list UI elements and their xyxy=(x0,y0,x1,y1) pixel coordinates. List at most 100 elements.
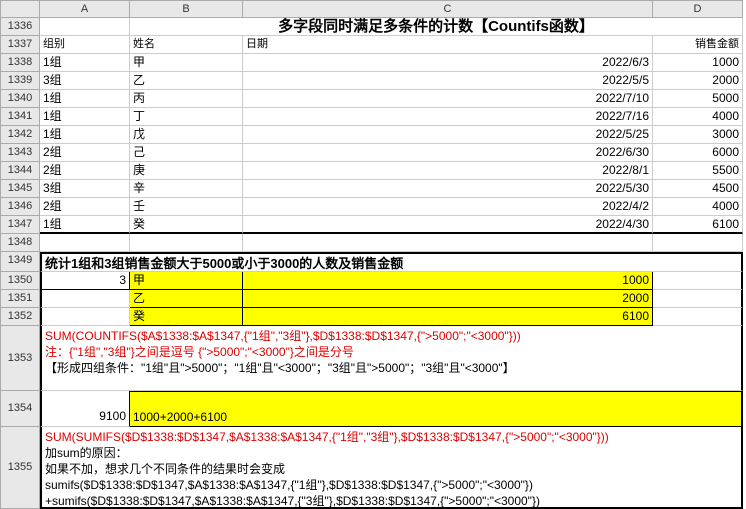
row-header[interactable]: 1354 xyxy=(0,391,40,427)
spreadsheet-grid[interactable]: A B C D 1336 多字段同时满足多条件的计数【Countifs函数】 1… xyxy=(0,0,746,509)
cell[interactable]: 6100 xyxy=(243,308,653,326)
row-header[interactable]: 1355 xyxy=(0,427,40,509)
cell[interactable]: 丁 xyxy=(130,108,243,126)
cell[interactable]: 2000 xyxy=(243,290,653,308)
col-header-B[interactable]: B xyxy=(130,0,243,18)
cell[interactable]: 2022/6/30 xyxy=(243,144,653,162)
formula-text: SUM(COUNTIFS($A$1338:$A$1347,{"1组","3组"}… xyxy=(45,329,521,343)
explain-text: 【形成四组条件："1组"且">5000"；"1组"且"<3000"；"3组"且"… xyxy=(45,361,515,375)
cell[interactable]: 丙 xyxy=(130,90,243,108)
row-header[interactable]: 1351 xyxy=(0,290,40,308)
col-header-C[interactable]: C xyxy=(243,0,653,18)
cell[interactable]: 癸 xyxy=(130,216,243,234)
row-header[interactable]: 1336 xyxy=(0,18,40,36)
cell[interactable] xyxy=(40,234,130,252)
result-count[interactable]: 3 xyxy=(40,272,130,290)
cell[interactable]: 1组 xyxy=(40,216,130,234)
cell[interactable] xyxy=(243,234,653,252)
subtitle-cell[interactable]: 统计1组和3组销售金额大于5000或小于3000的人数及销售金额 xyxy=(40,252,743,272)
header-name[interactable]: 姓名 xyxy=(130,36,243,54)
cell[interactable]: 3组 xyxy=(40,72,130,90)
sum-expression-cell[interactable]: 1000+2000+6100 xyxy=(130,391,743,427)
cell[interactable] xyxy=(653,308,743,326)
cell[interactable]: 2022/7/10 xyxy=(243,90,653,108)
cell[interactable]: 1000 xyxy=(243,272,653,290)
cell[interactable] xyxy=(130,234,243,252)
cell[interactable]: 4000 xyxy=(653,198,743,216)
formula-block-1[interactable]: SUM(COUNTIFS($A$1338:$A$1347,{"1组","3组"}… xyxy=(40,326,743,391)
row-header[interactable]: 1345 xyxy=(0,180,40,198)
note-text: 注：{"1组","3组"}之间是逗号 {">5000";"<3000"}之间是分… xyxy=(45,345,354,359)
note-text: 加sum的原因： xyxy=(45,446,128,460)
cell[interactable]: 壬 xyxy=(130,198,243,216)
cell[interactable]: 2组 xyxy=(40,162,130,180)
cell[interactable] xyxy=(40,18,130,36)
cell[interactable]: 己 xyxy=(130,144,243,162)
note-text: 如果不加，想求几个不同条件的结果时会变成 xyxy=(45,462,285,476)
cell[interactable]: 2022/5/25 xyxy=(243,126,653,144)
row-header[interactable]: 1342 xyxy=(0,126,40,144)
cell[interactable]: 辛 xyxy=(130,180,243,198)
col-header-A[interactable]: A xyxy=(40,0,130,18)
cell[interactable]: 1组 xyxy=(40,90,130,108)
row-header[interactable]: 1347 xyxy=(0,216,40,234)
cell[interactable]: 2022/7/16 xyxy=(243,108,653,126)
row-header[interactable]: 1349 xyxy=(0,252,40,272)
cell[interactable] xyxy=(40,308,130,326)
cell[interactable]: 乙 xyxy=(130,290,243,308)
row-header[interactable]: 1353 xyxy=(0,326,40,391)
formula-text: sumifs($D$1338:$D$1347,$A$1338:$A$1347,{… xyxy=(45,478,533,492)
cell[interactable]: 1组 xyxy=(40,54,130,72)
row-header[interactable]: 1350 xyxy=(0,272,40,290)
cell[interactable]: 2022/8/1 xyxy=(243,162,653,180)
cell[interactable]: 癸 xyxy=(130,308,243,326)
cell[interactable]: 庚 xyxy=(130,162,243,180)
cell[interactable]: 甲 xyxy=(130,54,243,72)
cell[interactable]: 4500 xyxy=(653,180,743,198)
cell[interactable]: 1组 xyxy=(40,108,130,126)
row-header[interactable]: 1344 xyxy=(0,162,40,180)
cell[interactable] xyxy=(653,290,743,308)
cell[interactable]: 3000 xyxy=(653,126,743,144)
row-header[interactable]: 1348 xyxy=(0,234,40,252)
cell[interactable]: 6100 xyxy=(653,216,743,234)
cell[interactable]: 2022/6/3 xyxy=(243,54,653,72)
cell[interactable]: 乙 xyxy=(130,72,243,90)
cell[interactable]: 2022/5/5 xyxy=(243,72,653,90)
cell[interactable]: 5000 xyxy=(653,90,743,108)
row-header[interactable]: 1340 xyxy=(0,90,40,108)
cell[interactable]: 2组 xyxy=(40,144,130,162)
cell[interactable]: 甲 xyxy=(130,272,243,290)
sum-value-cell[interactable]: 9100 xyxy=(40,391,130,427)
cell[interactable] xyxy=(653,272,743,290)
cell[interactable]: 2022/4/30 xyxy=(243,216,653,234)
col-header-D[interactable]: D xyxy=(653,0,743,18)
cell[interactable]: 3组 xyxy=(40,180,130,198)
cell[interactable]: 6000 xyxy=(653,144,743,162)
cell[interactable] xyxy=(653,234,743,252)
formula-text: SUM(SUMIFS($D$1338:$D$1347,$A$1338:$A$13… xyxy=(45,430,609,444)
row-header[interactable]: 1346 xyxy=(0,198,40,216)
header-date[interactable]: 日期 xyxy=(243,36,653,54)
cell[interactable]: 2000 xyxy=(653,72,743,90)
header-amount[interactable]: 销售金额 xyxy=(653,36,743,54)
cell[interactable]: 1组 xyxy=(40,126,130,144)
row-header[interactable]: 1339 xyxy=(0,72,40,90)
cell[interactable]: 1000 xyxy=(653,54,743,72)
title-cell[interactable]: 多字段同时满足多条件的计数【Countifs函数】 xyxy=(130,18,743,36)
cell[interactable]: 2组 xyxy=(40,198,130,216)
cell[interactable]: 戊 xyxy=(130,126,243,144)
row-header[interactable]: 1341 xyxy=(0,108,40,126)
row-header[interactable]: 1352 xyxy=(0,308,40,326)
row-header[interactable]: 1338 xyxy=(0,54,40,72)
cell[interactable]: 5500 xyxy=(653,162,743,180)
corner-cell[interactable] xyxy=(0,0,40,18)
cell[interactable]: 2022/4/2 xyxy=(243,198,653,216)
cell[interactable]: 4000 xyxy=(653,108,743,126)
header-group[interactable]: 组别 xyxy=(40,36,130,54)
row-header[interactable]: 1337 xyxy=(0,36,40,54)
formula-block-2[interactable]: SUM(SUMIFS($D$1338:$D$1347,$A$1338:$A$13… xyxy=(40,427,743,509)
row-header[interactable]: 1343 xyxy=(0,144,40,162)
cell[interactable] xyxy=(40,290,130,308)
cell[interactable]: 2022/5/30 xyxy=(243,180,653,198)
